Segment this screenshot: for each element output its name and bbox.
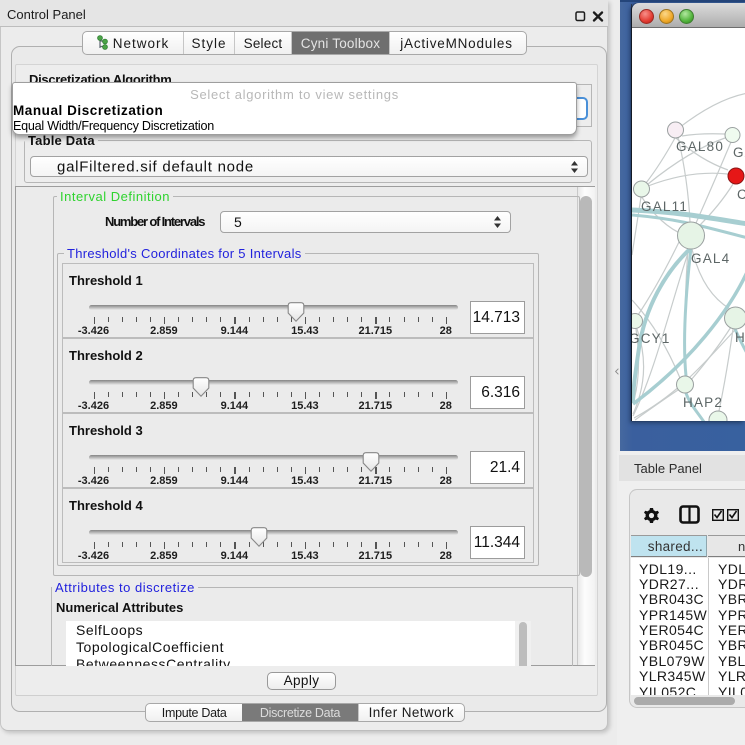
svg-text:GA: GA [733,145,745,160]
svg-text:C: C [737,187,745,202]
svg-text:HAP2: HAP2 [683,395,723,410]
svg-text:GAL4: GAL4 [691,251,730,266]
svg-text:GCY1: GCY1 [632,331,671,346]
svg-text:GAL11: GAL11 [641,199,688,214]
svg-text:GAL80: GAL80 [676,139,724,154]
svg-text:H: H [735,330,745,345]
